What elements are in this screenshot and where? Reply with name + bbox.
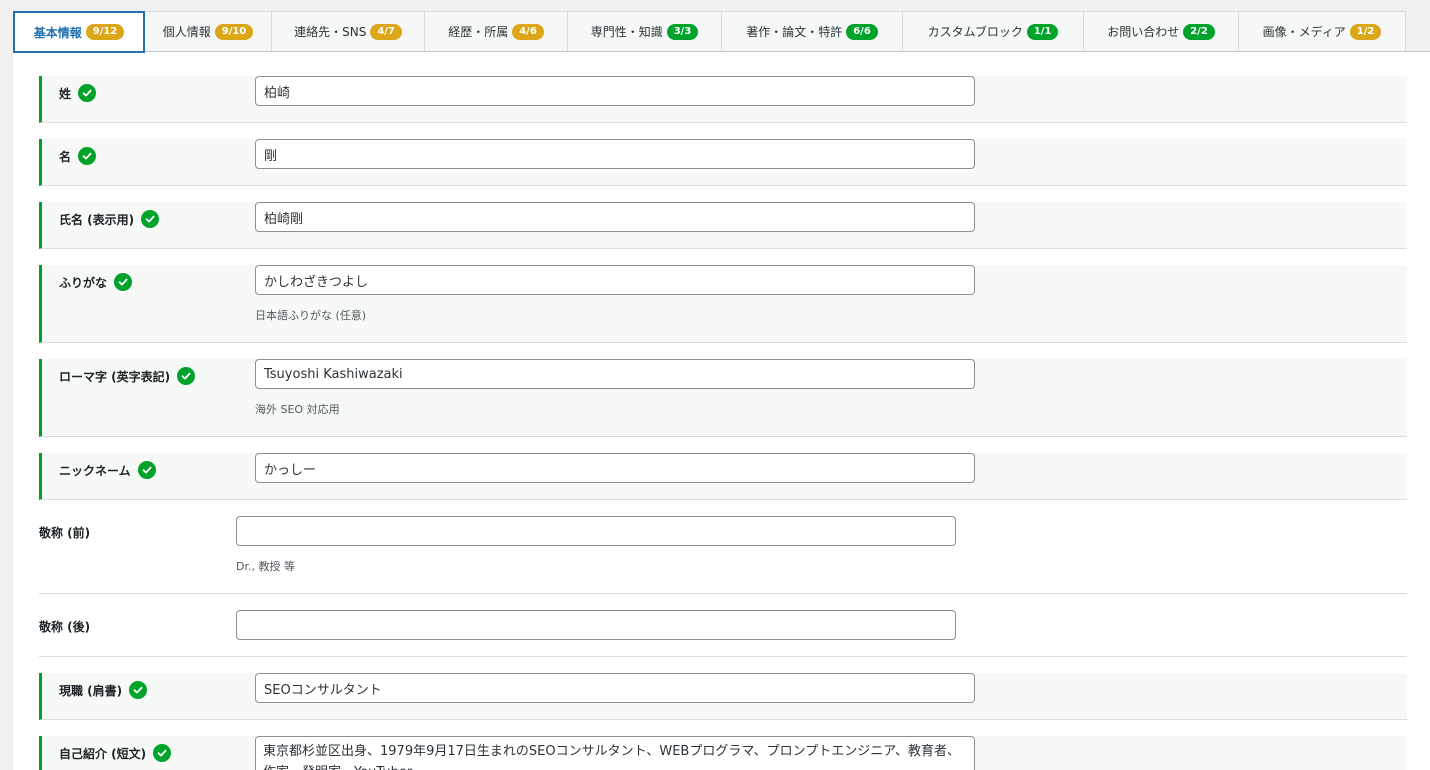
form-panel: 姓 名 氏名 (表示用) ふりがな 日本語ふりがな (任意) ローマ字 (英字表… (13, 52, 1430, 770)
check-icon (129, 681, 148, 699)
last-name-input[interactable] (255, 76, 975, 106)
tab-contact[interactable]: お問い合わせ 2/2 (1084, 11, 1239, 51)
field-label: ローマ字 (英字表記) (59, 367, 196, 385)
tab-count-badge: 6/6 (846, 23, 878, 40)
tab-personal-info[interactable]: 個人情報 9/10 (145, 11, 272, 51)
field-row-bio-short: 自己紹介 (短文) 東京都杉並区出身、1979年9月17日生まれのSEOコンサル… (39, 736, 1407, 770)
check-icon (114, 273, 133, 291)
field-help-text: 日本語ふりがな (任意) (255, 309, 367, 322)
field-label: 現職 (肩書) (59, 681, 148, 699)
tab-label: 著作・論文・特許 (746, 25, 843, 39)
tab-label: 個人情報 (162, 25, 211, 39)
field-label: 名 (59, 147, 97, 165)
tab-custom-block[interactable]: カスタムブロック 1/1 (903, 11, 1084, 51)
tab-bar: 基本情報 9/12 個人情報 9/10 連絡先・SNS 4/7 経歴・所属 4/… (13, 11, 1430, 53)
tab-count-badge: 9/10 (214, 23, 254, 40)
check-icon (78, 147, 97, 165)
tab-count-badge: 1/1 (1026, 23, 1059, 40)
tab-label: カスタムブロック (927, 25, 1023, 39)
field-label: 姓 (59, 84, 97, 102)
tab-count-badge: 1/2 (1349, 23, 1382, 40)
field-label: ふりがな (59, 273, 133, 291)
job-title-input[interactable] (255, 673, 975, 703)
check-icon (141, 210, 160, 228)
tab-publications[interactable]: 著作・論文・特許 6/6 (722, 11, 903, 51)
field-label: 敬称 (前) (39, 526, 91, 540)
field-help-text: Dr., 教授 等 (236, 560, 295, 573)
field-row-furigana: ふりがな 日本語ふりがな (任意) (39, 265, 1407, 343)
check-icon (137, 461, 156, 479)
field-row-honorific-suffix: 敬称 (後) (39, 610, 1407, 657)
field-label: ニックネーム (59, 461, 156, 479)
honorific-prefix-input[interactable] (236, 516, 956, 546)
tab-count-badge: 4/7 (370, 23, 402, 40)
tab-contact-sns[interactable]: 連絡先・SNS 4/7 (272, 11, 425, 51)
tab-label: お問い合わせ (1107, 25, 1180, 39)
romaji-input[interactable] (255, 359, 975, 389)
field-row-romaji: ローマ字 (英字表記) 海外 SEO 対応用 (39, 359, 1407, 437)
field-row-last-name: 姓 (39, 76, 1407, 123)
field-row-display-name: 氏名 (表示用) (39, 202, 1407, 249)
tab-label: 基本情報 (33, 25, 82, 40)
field-row-first-name: 名 (39, 139, 1407, 186)
bio-short-textarea[interactable]: 東京都杉並区出身、1979年9月17日生まれのSEOコンサルタント、WEBプログ… (255, 736, 975, 770)
nickname-input[interactable] (255, 453, 975, 483)
field-row-honorific-prefix: 敬称 (前) Dr., 教授 等 (39, 516, 1407, 594)
tab-count-badge: 3/3 (666, 23, 699, 40)
first-name-input[interactable] (255, 139, 975, 169)
tab-label: 連絡先・SNS (294, 25, 367, 39)
furigana-input[interactable] (255, 265, 975, 295)
tab-count-badge: 9/12 (85, 24, 125, 40)
tab-count-badge: 4/6 (512, 23, 544, 40)
tab-career-affiliation[interactable]: 経歴・所属 4/6 (425, 11, 568, 51)
check-icon (153, 744, 172, 762)
field-help-text: 海外 SEO 対応用 (255, 403, 340, 416)
check-icon (78, 84, 97, 102)
tab-label: 経歴・所属 (448, 25, 509, 39)
tab-expertise[interactable]: 専門性・知識 3/3 (568, 11, 722, 51)
tab-label: 専門性・知識 (590, 25, 663, 39)
field-row-nickname: ニックネーム (39, 453, 1407, 500)
check-icon (177, 367, 196, 385)
field-row-job-title: 現職 (肩書) (39, 673, 1407, 720)
tab-count-badge: 2/2 (1183, 23, 1215, 40)
display-name-input[interactable] (255, 202, 975, 232)
tab-label: 画像・メディア (1262, 25, 1346, 39)
honorific-suffix-input[interactable] (236, 610, 956, 640)
field-label: 氏名 (表示用) (59, 210, 160, 228)
field-label: 敬称 (後) (39, 620, 91, 634)
tab-images-media[interactable]: 画像・メディア 1/2 (1239, 11, 1406, 51)
tab-basic-info[interactable]: 基本情報 9/12 (13, 11, 145, 53)
field-label: 自己紹介 (短文) (59, 744, 172, 762)
